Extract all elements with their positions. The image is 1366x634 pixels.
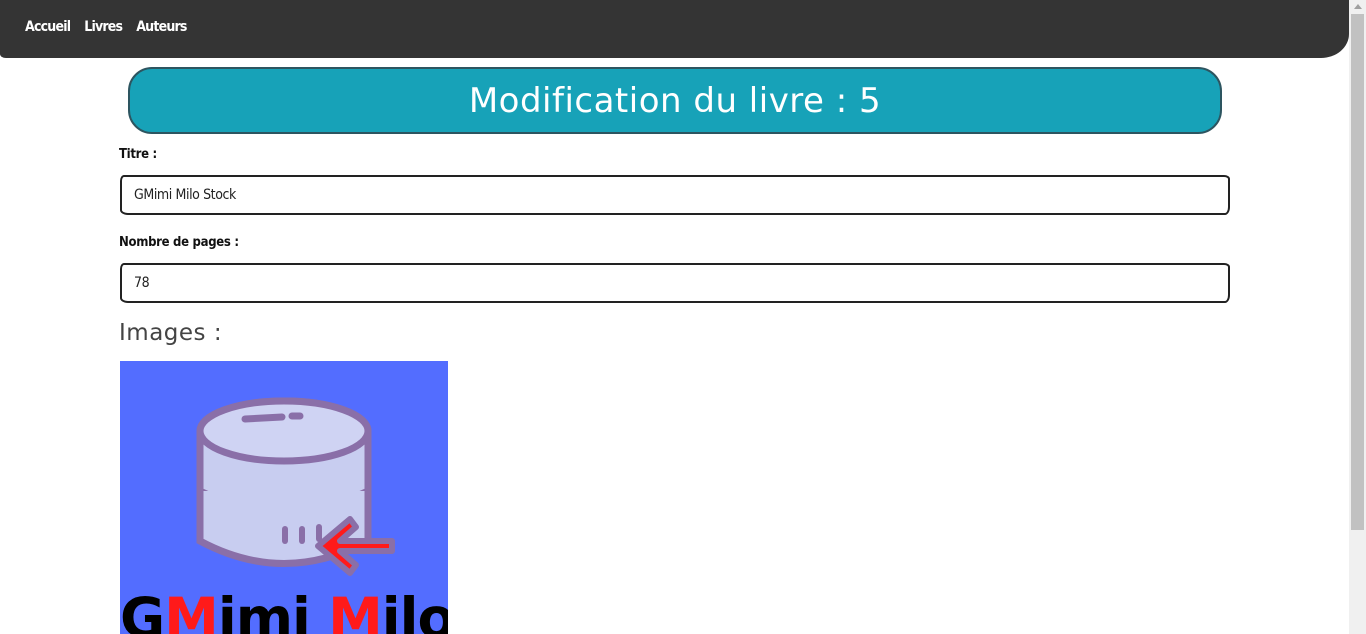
- nav-links: Accueil Livres Auteurs: [25, 19, 187, 35]
- title-label: Titre :: [119, 147, 157, 162]
- scroll-thumb[interactable]: [1351, 14, 1364, 530]
- pages-input[interactable]: [120, 263, 1230, 303]
- nav-link-accueil[interactable]: Accueil: [25, 19, 71, 35]
- scroll-up-arrow-icon[interactable]: [1354, 4, 1362, 9]
- title-banner: Modification du livre : 5: [128, 67, 1222, 134]
- images-heading: Images :: [119, 320, 223, 346]
- cover-logo-text: GMimi Milo: [120, 586, 448, 634]
- top-navbar: Accueil Livres Auteurs: [0, 0, 1349, 58]
- book-cover-image[interactable]: GMimi Milo: [120, 361, 448, 634]
- nav-link-auteurs[interactable]: Auteurs: [136, 19, 187, 35]
- page-title: Modification du livre : 5: [468, 80, 882, 121]
- nav-link-livres[interactable]: Livres: [84, 19, 123, 35]
- vertical-scrollbar[interactable]: [1349, 0, 1366, 634]
- pages-label: Nombre de pages :: [119, 235, 239, 250]
- title-input[interactable]: [120, 175, 1230, 215]
